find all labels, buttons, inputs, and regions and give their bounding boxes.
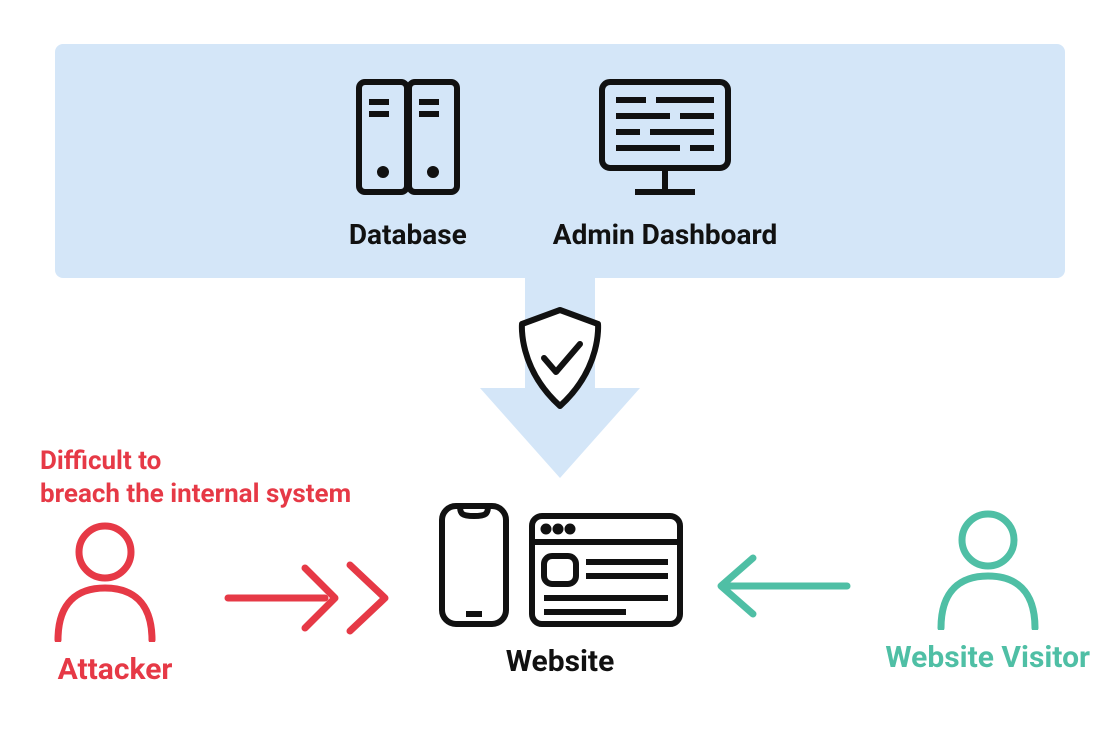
- attacker-note: Difficult to breach the internal system: [40, 445, 420, 510]
- browser-icon: [526, 510, 686, 634]
- diagram-canvas: Database: [0, 0, 1120, 742]
- database-icon: [343, 72, 473, 206]
- website-group: Website: [434, 500, 686, 679]
- visitor-group: Website Visitor: [705, 500, 1090, 675]
- attacker-label: Attacker: [40, 652, 190, 687]
- attacker-note-line1: Difficult to: [40, 446, 161, 476]
- database-label: Database: [349, 218, 467, 251]
- attacker-person-col: Attacker: [40, 512, 190, 687]
- bottom-row: Difficult to breach the internal system …: [0, 445, 1120, 705]
- visitor-label: Website Visitor: [885, 640, 1090, 675]
- phone-icon: [434, 500, 514, 634]
- backend-box: Database: [55, 44, 1065, 278]
- person-icon: [923, 500, 1053, 634]
- attacker-group: Difficult to breach the internal system …: [40, 445, 420, 687]
- attack-arrow-icon: [220, 553, 410, 647]
- admin-dashboard-item: Admin Dashboard: [553, 72, 777, 251]
- monitor-icon: [590, 72, 740, 206]
- visitor-person-col: Website Visitor: [885, 500, 1090, 675]
- attacker-figure: Attacker: [40, 512, 420, 687]
- database-item: Database: [343, 72, 473, 251]
- attacker-note-line2: breach the internal system: [40, 479, 351, 509]
- website-label: Website: [506, 644, 615, 679]
- visitor-arrow-icon: [705, 546, 855, 630]
- person-icon: [40, 627, 170, 646]
- admin-dashboard-label: Admin Dashboard: [553, 218, 777, 251]
